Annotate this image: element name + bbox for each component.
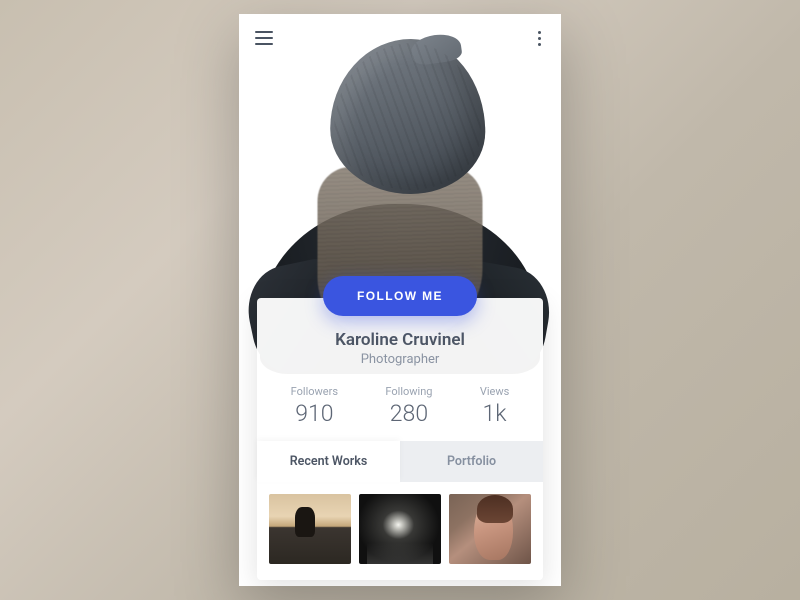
profile-card: Karoline Cruvinel Photographer Followers… [257,298,543,580]
follow-button[interactable]: FOLLOW ME [323,276,477,316]
stat-label: Followers [291,385,338,398]
top-bar [239,14,561,62]
hero-section [239,14,561,309]
profile-name: Karoline Cruvinel [257,330,543,350]
stat-views[interactable]: Views 1k [480,385,509,427]
tab-recent-works[interactable]: Recent Works [257,441,400,482]
stat-label: Views [480,385,509,398]
stat-followers[interactable]: Followers 910 [291,385,338,427]
stat-value: 910 [291,400,338,427]
tabs-row: Recent Works Portfolio [257,441,543,482]
thumbnails-row [257,482,543,568]
stat-value: 1k [480,400,509,427]
hamburger-menu-icon[interactable] [255,31,273,45]
phone-frame: FOLLOW ME Karoline Cruvinel Photographer… [239,14,561,586]
thumbnail-1[interactable] [269,494,351,564]
thumbnail-3[interactable] [449,494,531,564]
stat-following[interactable]: Following 280 [385,385,432,427]
more-options-icon[interactable] [534,27,545,50]
stats-row: Followers 910 Following 280 Views 1k [257,367,543,441]
thumbnail-2[interactable] [359,494,441,564]
stat-label: Following [385,385,432,398]
stat-value: 280 [385,400,432,427]
tab-portfolio[interactable]: Portfolio [400,441,543,482]
profile-role: Photographer [257,352,543,367]
